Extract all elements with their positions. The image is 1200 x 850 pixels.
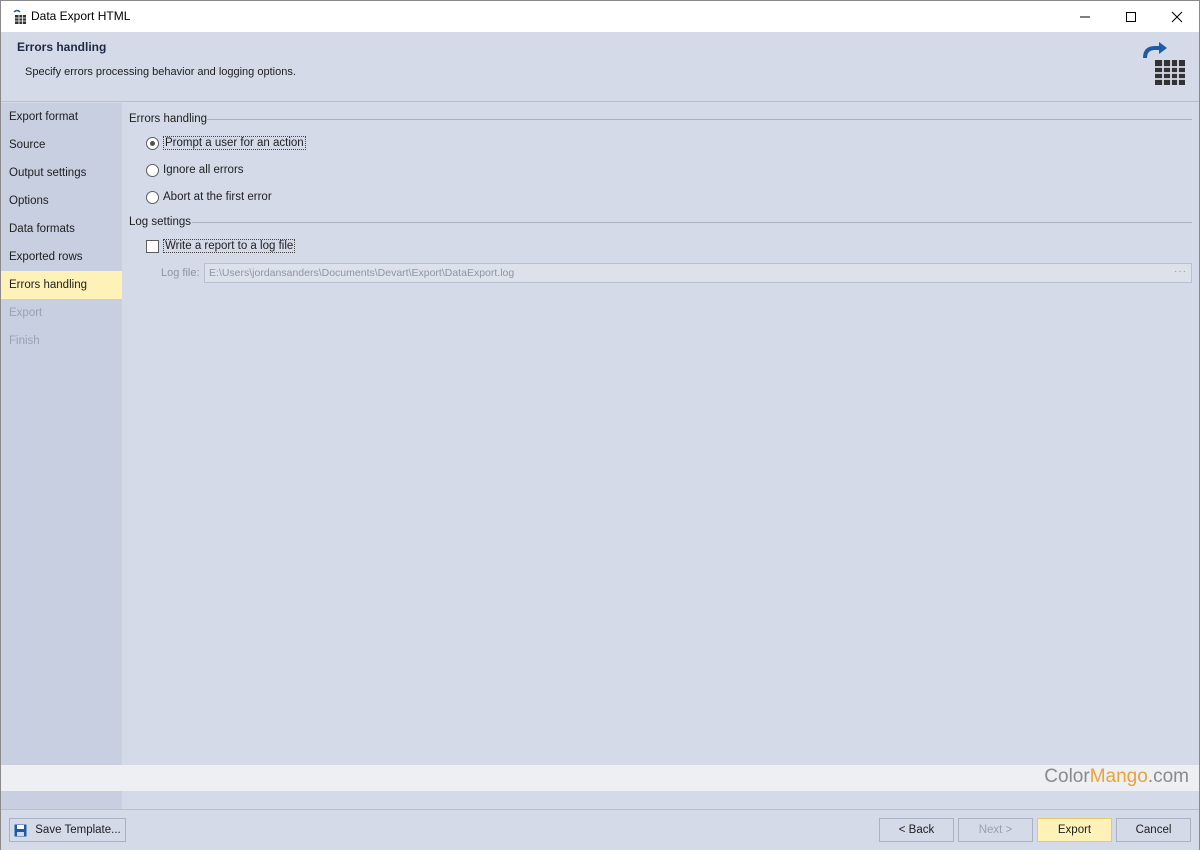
radio-button[interactable] <box>146 190 159 204</box>
wizard-header: Errors handling Specify errors processin… <box>1 32 1199 102</box>
radio-prompt-user[interactable]: Prompt a user for an action <box>146 135 306 151</box>
back-button[interactable]: < Back <box>879 818 954 842</box>
save-template-label: Save Template... <box>35 824 121 836</box>
log-group-divider <box>192 222 1192 223</box>
radio-button[interactable] <box>146 163 159 177</box>
floppy-disk-icon <box>14 824 27 836</box>
title-bar: Data Export HTML <box>1 1 1199 32</box>
wizard-sidebar: Export format Source Output settings Opt… <box>1 103 122 809</box>
save-template-button[interactable]: Save Template... <box>9 818 126 842</box>
write-report-label: Write a report to a log file <box>163 239 296 253</box>
app-window: Data Export HTML Errors handling Specify… <box>0 0 1200 850</box>
watermark-band <box>1 765 1199 791</box>
write-report-checkbox[interactable] <box>146 239 159 253</box>
sidebar-item-data-formats[interactable]: Data formats <box>1 215 122 243</box>
data-export-icon <box>1143 42 1185 85</box>
sidebar-item-output-settings[interactable]: Output settings <box>1 159 122 187</box>
sidebar-item-options[interactable]: Options <box>1 187 122 215</box>
page-title: Errors handling <box>17 40 107 54</box>
sidebar-item-finish: Finish <box>9 335 40 347</box>
log-file-path-value: E:\Users\jordansanders\Documents\Devart\… <box>209 267 515 279</box>
sidebar-item-export-format[interactable]: Export format <box>1 103 122 131</box>
wizard-footer: Save Template... < Back Next > Export Ca… <box>1 809 1199 850</box>
minimize-icon <box>1080 16 1090 17</box>
radio-button[interactable] <box>146 136 159 150</box>
page-subtitle: Specify errors processing behavior and l… <box>25 66 296 78</box>
radio-ignore-errors-label: Ignore all errors <box>163 164 244 176</box>
maximize-button[interactable] <box>1108 1 1154 32</box>
watermark-part-3: .com <box>1147 766 1189 787</box>
watermark-part-2: Mango <box>1089 766 1148 787</box>
sidebar-item-exported-rows[interactable]: Exported rows <box>1 243 122 271</box>
table-export-icon <box>11 9 27 25</box>
sidebar-item-export: Export <box>9 307 43 319</box>
sidebar-item-errors-handling[interactable]: Errors handling <box>1 271 122 299</box>
log-settings-group-label: Log settings <box>129 216 192 228</box>
cancel-button[interactable]: Cancel <box>1116 818 1191 842</box>
watermark-part-1: Color <box>1044 766 1090 787</box>
log-file-label: Log file: <box>161 267 200 279</box>
watermark-logo: ColorMango.com <box>1044 765 1189 789</box>
export-button[interactable]: Export <box>1037 818 1112 842</box>
close-button[interactable] <box>1154 1 1200 32</box>
wizard-content: Errors handling Prompt a user for an act… <box>122 103 1199 765</box>
minimize-button[interactable] <box>1062 1 1108 32</box>
window-title: Data Export HTML <box>31 9 131 23</box>
errors-handling-group-label: Errors handling <box>129 113 207 125</box>
browse-ellipsis-button: ··· <box>1174 266 1187 277</box>
radio-abort-label: Abort at the first error <box>163 191 272 203</box>
next-button: Next > <box>958 818 1033 842</box>
write-report-checkbox-row[interactable]: Write a report to a log file <box>146 237 296 255</box>
radio-ignore-errors[interactable]: Ignore all errors <box>146 162 244 178</box>
close-icon <box>1171 11 1183 22</box>
errors-group-divider <box>206 119 1192 120</box>
radio-abort-first-error[interactable]: Abort at the first error <box>146 189 272 205</box>
sidebar-item-source[interactable]: Source <box>1 131 122 159</box>
radio-prompt-user-label: Prompt a user for an action <box>163 136 306 150</box>
log-file-path-input: E:\Users\jordansanders\Documents\Devart\… <box>204 263 1192 283</box>
maximize-icon <box>1126 11 1136 22</box>
